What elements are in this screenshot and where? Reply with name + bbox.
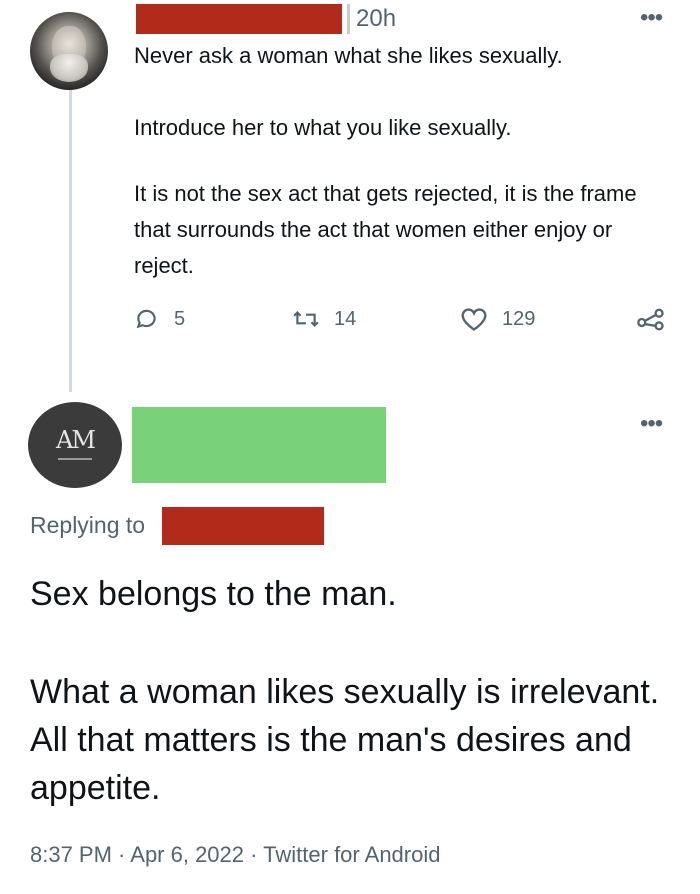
tweet-text-line-2: Introduce her to what you like sexually. — [134, 115, 512, 140]
share-button[interactable] — [636, 306, 666, 332]
more-options-icon[interactable]: ••• — [640, 4, 663, 32]
reply-text-line-2: What a woman likes sexually is irrelevan… — [30, 673, 660, 807]
avatar-logo-text: AM — [56, 426, 96, 454]
tweet-text-line-1: Never ask a woman what she likes sexuall… — [134, 43, 563, 68]
redacted-replying-handle[interactable] — [162, 507, 324, 545]
share-icon — [637, 308, 664, 331]
like-button[interactable]: 129 — [460, 306, 535, 332]
reply-metadata[interactable]: 8:37 PM · Apr 6, 2022 · Twitter for Andr… — [30, 842, 440, 868]
like-count: 129 — [502, 307, 536, 330]
more-options-icon[interactable]: ••• — [640, 410, 663, 438]
reply-count: 5 — [174, 307, 186, 330]
tweet-text-line-3: It is not the sex act that gets rejected… — [134, 181, 637, 278]
replying-to-label: Replying to — [30, 512, 146, 538]
retweet-count: 14 — [334, 307, 357, 330]
redacted-reply-username — [132, 407, 386, 483]
reply-icon — [136, 309, 156, 329]
thread-line — [69, 90, 72, 392]
author-avatar[interactable] — [30, 12, 108, 90]
redacted-username — [136, 4, 342, 34]
name-divider — [347, 4, 350, 34]
avatar-beard — [50, 54, 88, 82]
avatar-logo-underline — [58, 458, 92, 460]
heart-icon — [461, 308, 487, 331]
tweet-timestamp[interactable]: 20h — [356, 5, 396, 33]
reply-text-line-1: Sex belongs to the man. — [30, 575, 397, 613]
retweet-icon — [293, 311, 319, 327]
reply-button[interactable]: 5 — [134, 306, 185, 332]
reply-author-avatar[interactable]: AM — [28, 402, 122, 488]
retweet-button[interactable]: 14 — [292, 306, 356, 332]
